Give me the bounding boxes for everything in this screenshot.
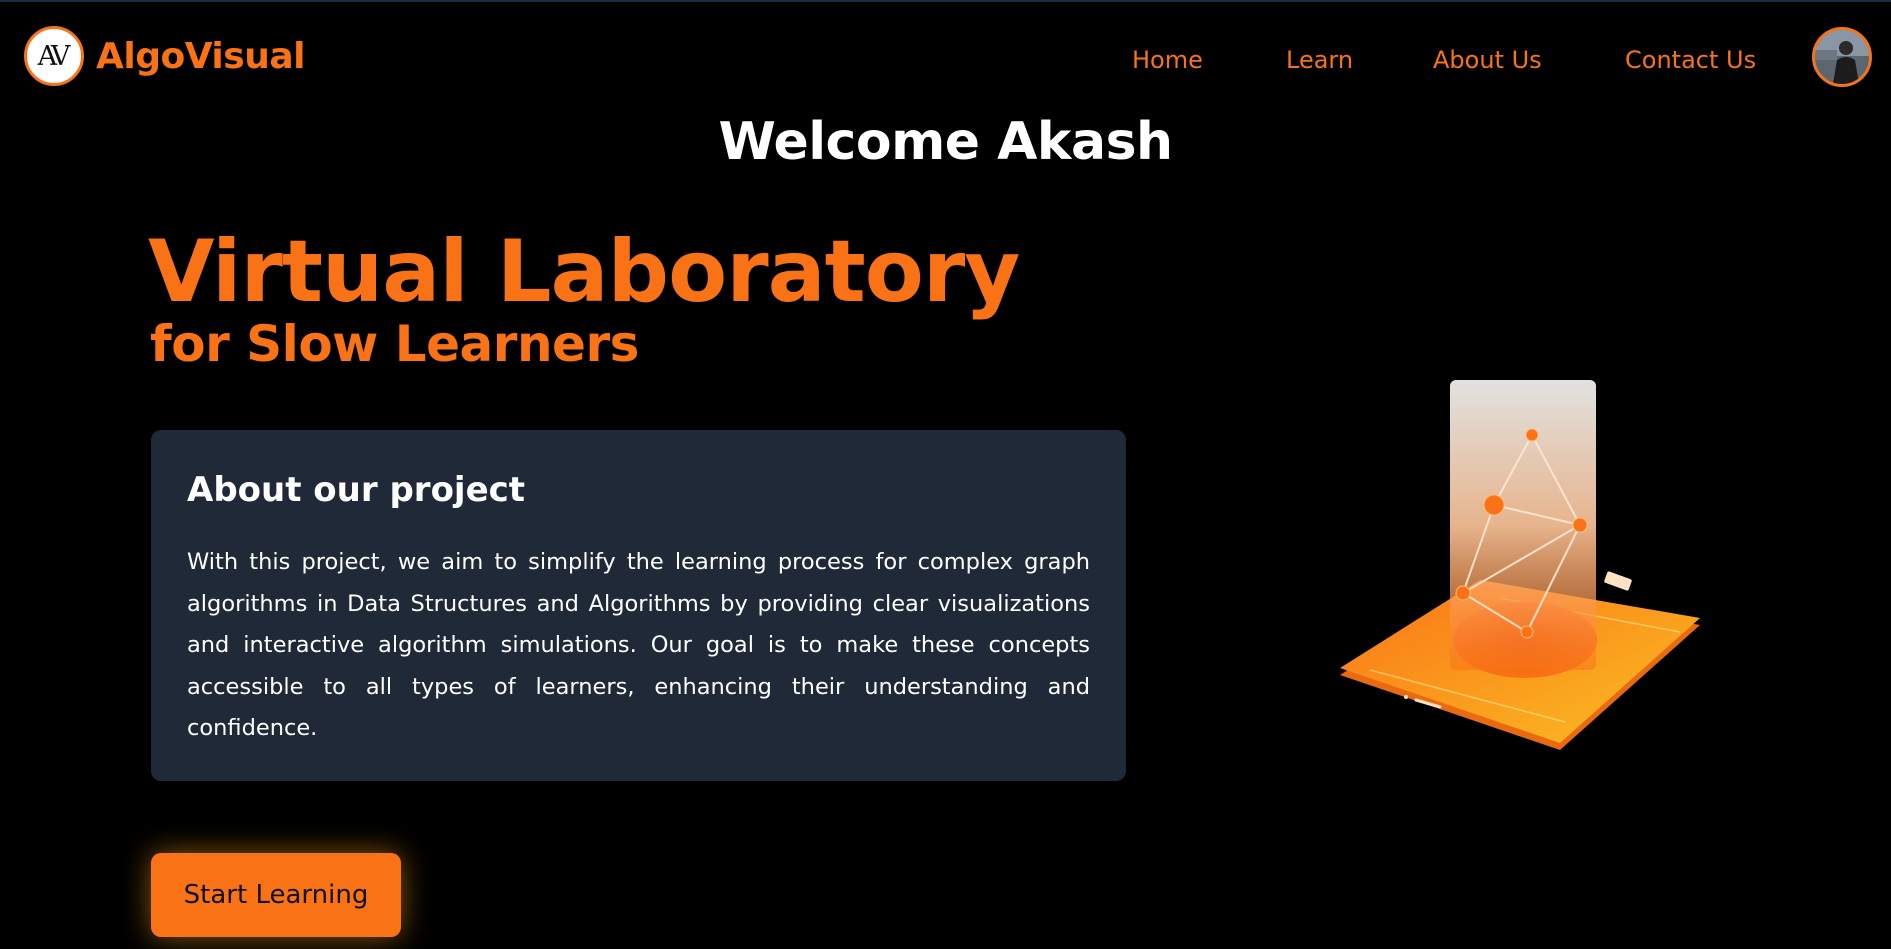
graph-illustration bbox=[1330, 370, 1710, 760]
logo-monogram: AV bbox=[37, 40, 71, 72]
brand-name[interactable]: AlgoVisual bbox=[96, 36, 305, 77]
nav-link-contact-us[interactable]: Contact Us bbox=[1625, 46, 1756, 74]
nav-link-learn[interactable]: Learn bbox=[1286, 46, 1353, 74]
avatar[interactable] bbox=[1812, 27, 1872, 87]
nav-links: Home Learn About Us Contact Us bbox=[1100, 46, 1800, 76]
hero-subtitle: for Slow Learners bbox=[150, 315, 639, 373]
about-heading: About our project bbox=[187, 470, 526, 510]
hero-title: Virtual Laboratory bbox=[148, 222, 1020, 322]
navbar: AV AlgoVisual Home Learn About Us Contac… bbox=[0, 2, 1891, 114]
nav-link-home[interactable]: Home bbox=[1132, 46, 1203, 74]
welcome-heading: Welcome Akash bbox=[718, 112, 1173, 172]
logo-icon[interactable]: AV bbox=[24, 26, 84, 86]
nav-link-about-us[interactable]: About Us bbox=[1433, 46, 1542, 74]
start-learning-button[interactable]: Start Learning bbox=[151, 853, 401, 937]
graph-network-phone-icon bbox=[1340, 380, 1700, 750]
user-avatar-icon bbox=[1815, 30, 1869, 84]
about-description: With this project, we aim to simplify th… bbox=[187, 549, 1090, 741]
about-card: About our project With this project, we … bbox=[151, 430, 1126, 781]
